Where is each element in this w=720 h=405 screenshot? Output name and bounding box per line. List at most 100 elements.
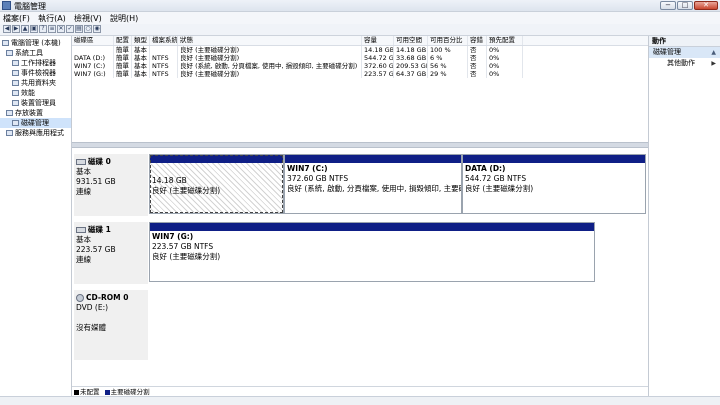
col-header-overhead[interactable]: 預先配置 [487,36,523,45]
check-icon[interactable]: ✓ [66,25,74,33]
tree-item-storage[interactable]: 存放裝置 [0,108,71,118]
delete-icon[interactable]: ✕ [57,25,65,33]
disk-1-info[interactable]: 磁碟 1 基本 223.57 GB 連線 [74,222,148,284]
computer-icon [2,40,9,46]
cell-type: 基本 [132,62,150,70]
col-header-percent-free[interactable]: 可用百分比 [428,36,468,45]
cell-layout: 簡單 [114,70,132,78]
folder-icon [12,80,19,86]
cell-type: 基本 [132,46,150,54]
partition-status: 良好 (主要磁碟分割) [465,184,534,193]
search-icon[interactable]: ○ [84,25,92,33]
col-header-type[interactable]: 類型 [132,36,150,45]
partition-color-bar [150,223,594,231]
tree-item-task-scheduler[interactable]: 工作排程器 [0,58,71,68]
cdrom-0-name-row: CD-ROM 0 [76,293,148,303]
toolbar: ◀ ▶ ▲ ▣ ? ≡ ✕ ✓ ▤ ○ ◉ [0,24,720,36]
tree-item-label: 電腦管理 (本機) [11,39,61,47]
disk-0-info[interactable]: 磁碟 0 基本 931.51 GB 連線 [74,154,148,216]
disk-icon [12,120,19,126]
media-icon[interactable]: ◉ [93,25,101,33]
disk-0-status: 連線 [76,187,91,196]
col-header-fault-tolerance[interactable]: 容錯 [468,36,487,45]
title-bar: 電腦管理 − □ ✕ [0,0,720,12]
cell-fault-tolerance: 否 [468,70,487,78]
cell-free-space: 14.18 GB [396,46,428,54]
table-row[interactable]: WIN7 (C:) 簡單 基本 NTFS 良好 (系統, 啟動, 分頁檔案, 使… [72,62,648,70]
partition-status: 良好 (主要磁碟分割) [152,186,221,195]
partition-name: WIN7 (G:) [152,232,194,241]
partition-name: DATA (D:) [465,164,506,173]
tree-item-shared-folders[interactable]: 共用資料夾 [0,78,71,88]
cell-volume [72,46,114,54]
col-header-volume[interactable]: 磁碟區 [72,36,114,45]
tree-item-performance[interactable]: 效能 [0,88,71,98]
actions-pane: 動作 磁碟管理 其他動作 [648,36,720,396]
cell-fault-tolerance: 否 [468,54,487,62]
col-header-status[interactable]: 狀態 [178,36,362,45]
disk-1-size: 223.57 GB [76,245,116,254]
actions-more[interactable]: 其他動作 [649,58,720,69]
console-icon[interactable]: ▣ [30,25,38,33]
legend-unallocated: 未配置 [80,388,100,396]
cdrom-0-info[interactable]: CD-ROM 0 DVD (E:) 沒有媒體 [74,290,148,360]
cell-layout: 簡單 [114,54,132,62]
col-header-layout[interactable]: 配置 [114,36,132,45]
disk-0-partition-c[interactable]: WIN7 (C:) 372.60 GB NTFS 良好 (系統, 啟動, 分頁檔… [284,154,462,214]
disk-0-partition-1[interactable]: 14.18 GB 良好 (主要磁碟分割) [149,154,284,214]
cell-free-space: 64.37 GB [396,70,428,78]
tree-item-disk-management[interactable]: 磁碟管理 [0,118,71,128]
partition-status: 良好 (主要磁碟分割) [152,252,221,261]
disk-0-partition-d[interactable]: DATA (D:) 544.72 GB NTFS 良好 (主要磁碟分割) [462,154,646,214]
help-icon[interactable]: ? [39,25,47,33]
primary-partition-swatch [104,389,110,395]
tree-item-label: 系統工具 [15,49,43,57]
device-icon [12,100,19,106]
cell-type: 基本 [132,70,150,78]
table-row[interactable]: DATA (D:) 簡單 基本 NTFS 良好 (主要磁碟分割) 544.72 … [72,54,648,62]
volume-list-header: 磁碟區 配置 類型 檔案系統 狀態 容量 可用空間 可用百分比 容錯 預先配置 [72,36,648,46]
cell-filesystem: NTFS [150,54,178,62]
cell-filesystem: NTFS [150,62,178,70]
col-header-capacity[interactable]: 容量 [362,36,394,45]
maximize-button[interactable]: □ [677,1,693,10]
partition-body: WIN7 (C:) 372.60 GB NTFS 良好 (系統, 啟動, 分頁檔… [285,163,461,195]
partition-color-bar [463,155,645,163]
tree-item-device-manager[interactable]: 裝置管理員 [0,98,71,108]
cell-volume: DATA (D:) [72,54,114,62]
tree-item-services-apps[interactable]: 服務與應用程式 [0,128,71,138]
clock-icon [12,60,19,66]
tree-item-computer-management[interactable]: 電腦管理 (本機) [0,38,71,48]
event-icon [12,70,19,76]
tree-item-event-viewer[interactable]: 事件檢視器 [0,68,71,78]
disk-0-size: 931.51 GB [76,177,116,186]
close-button[interactable]: ✕ [694,1,718,10]
disk-1-name-row: 磁碟 1 [76,225,148,235]
volume-list: 磁碟區 配置 類型 檔案系統 狀態 容量 可用空間 可用百分比 容錯 預先配置 … [72,36,648,142]
tree-item-system-tools[interactable]: 系統工具 [0,48,71,58]
table-row[interactable]: WIN7 (G:) 簡單 基本 NTFS 良好 (主要磁碟分割) 223.57 … [72,70,648,78]
table-row[interactable]: 簡單 基本 良好 (主要磁碟分割) 14.18 GB 14.18 GB 100 … [72,46,648,54]
col-header-filesystem[interactable]: 檔案系統 [150,36,178,45]
status-bar [0,396,720,405]
up-icon[interactable]: ▲ [21,25,29,33]
cdrom-0-drive: DVD (E:) [76,303,109,312]
cell-overhead: 0% [487,54,523,62]
actions-section-disk-management[interactable]: 磁碟管理 [649,47,720,58]
cell-volume: WIN7 (C:) [72,62,114,70]
back-icon[interactable]: ◀ [3,25,11,33]
disk-1-partition-g[interactable]: WIN7 (G:) 223.57 GB NTFS 良好 (主要磁碟分割) [149,222,595,282]
tree-item-label: 服務與應用程式 [15,129,64,137]
partition-body: 14.18 GB 良好 (主要磁碟分割) [150,163,283,213]
tree-item-label: 存放裝置 [15,109,43,117]
minimize-button[interactable]: − [660,1,676,10]
forward-icon[interactable]: ▶ [12,25,20,33]
cell-overhead: 0% [487,62,523,70]
cell-capacity: 372.60 GB [364,62,394,70]
open-icon[interactable]: ▤ [75,25,83,33]
properties-icon[interactable]: ≡ [48,25,56,33]
col-header-free-space[interactable]: 可用空間 [394,36,428,45]
cell-overhead: 0% [487,70,523,78]
tools-icon [6,50,13,56]
tree-item-label: 共用資料夾 [21,79,56,87]
